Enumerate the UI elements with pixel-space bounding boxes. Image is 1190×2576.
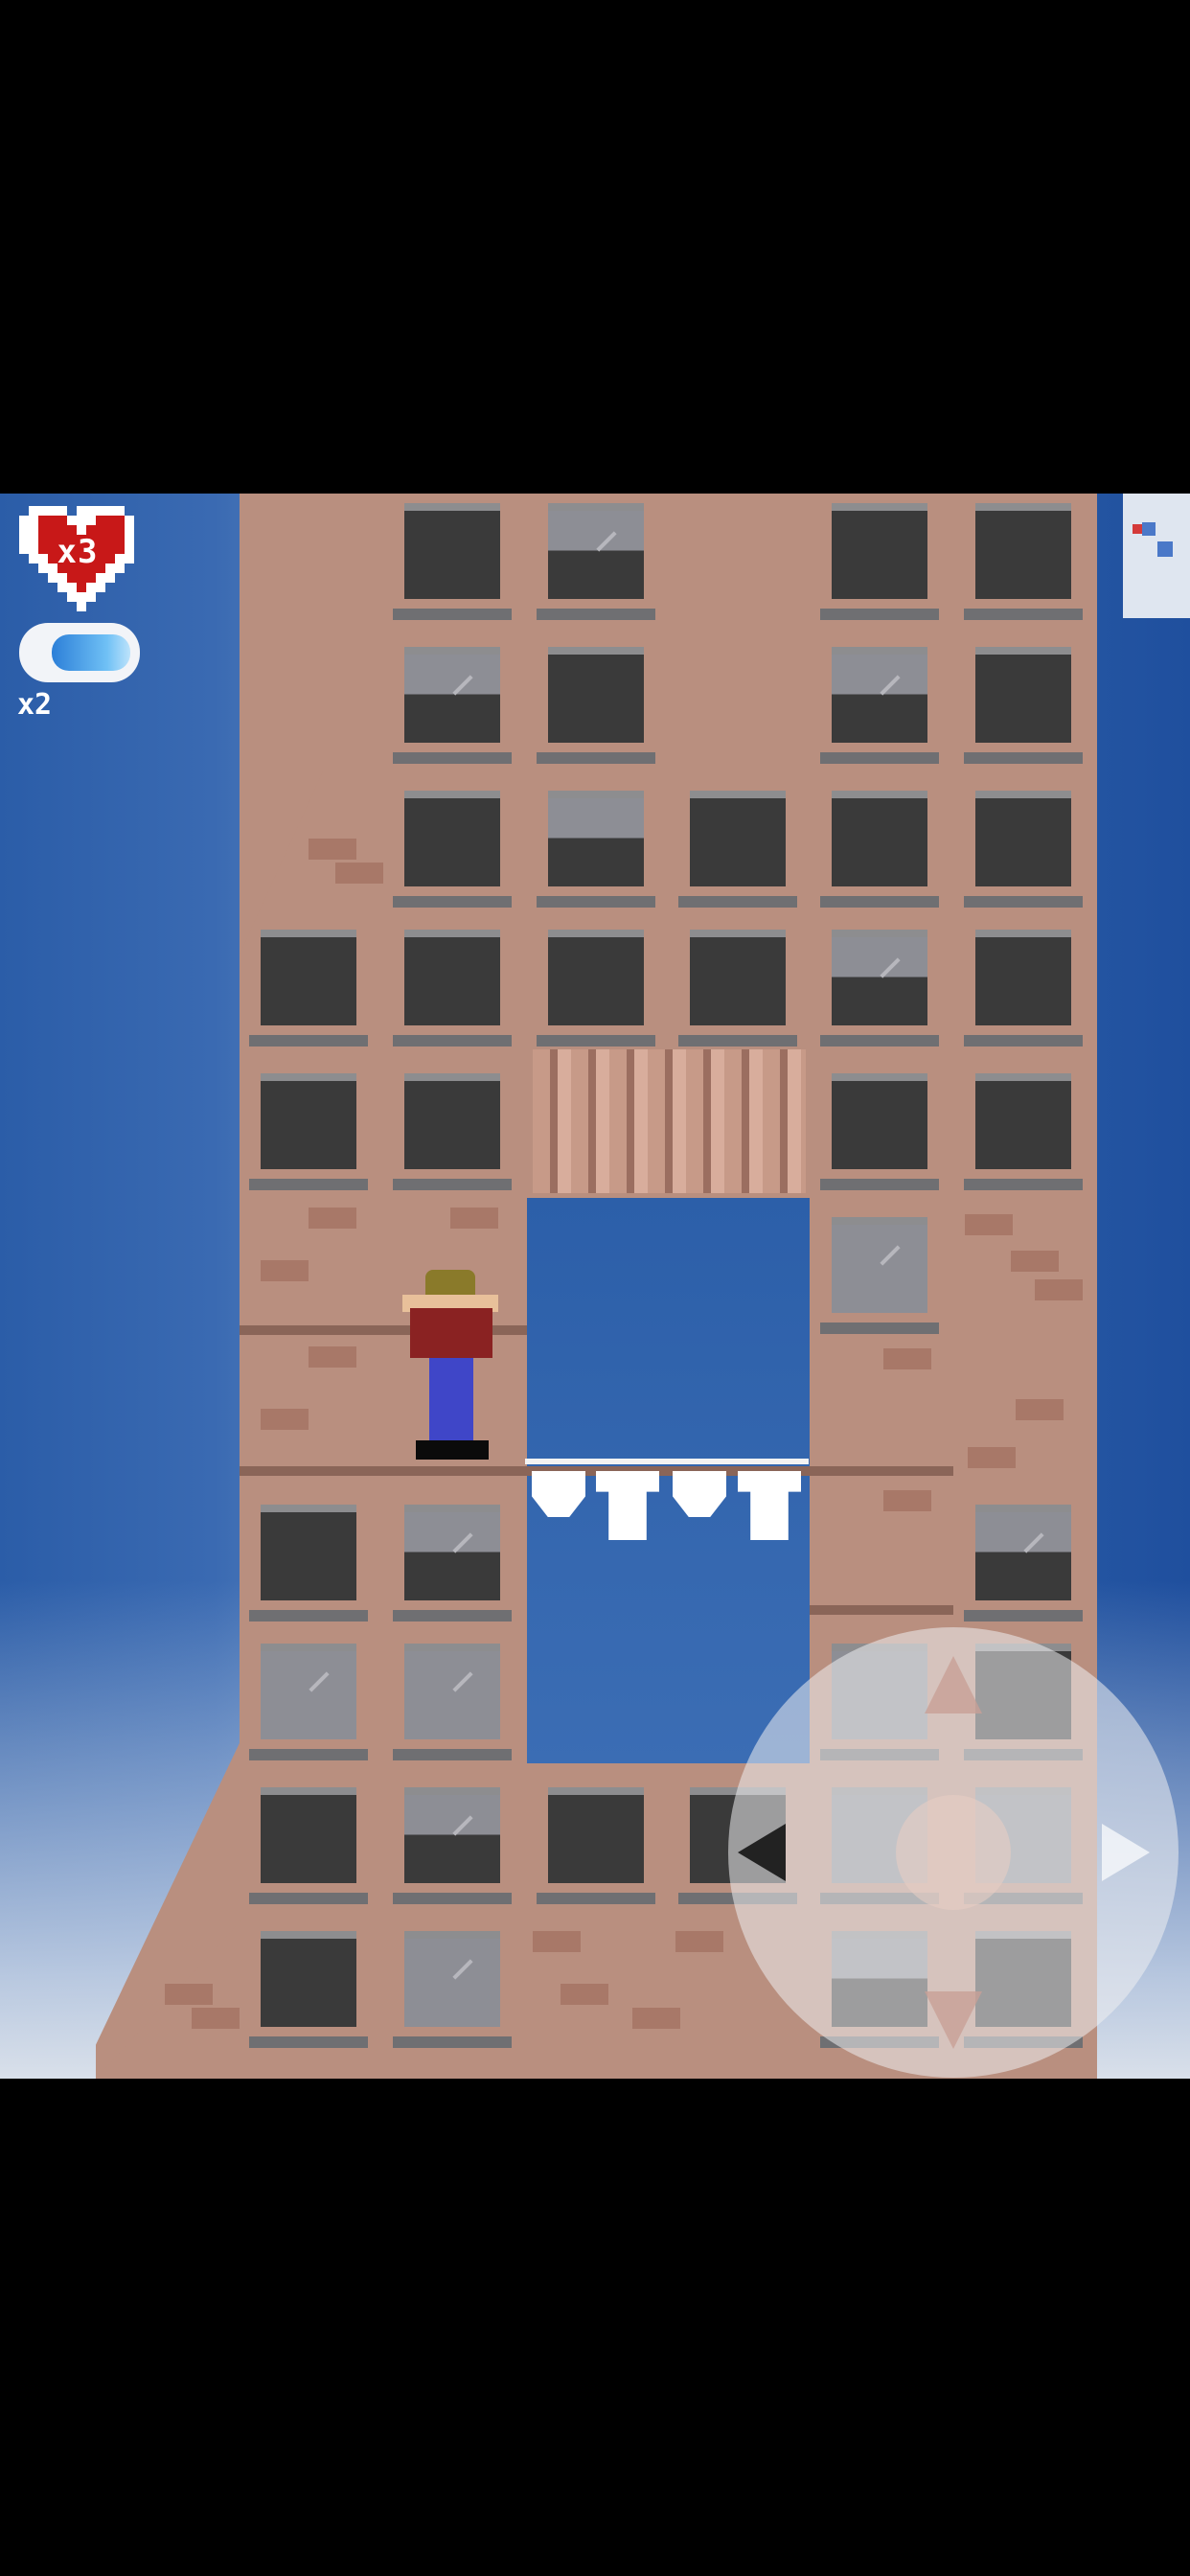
window	[249, 1787, 368, 1904]
player-shirt	[410, 1308, 492, 1358]
window	[249, 930, 368, 1046]
brick	[261, 1260, 309, 1281]
brick	[165, 1984, 213, 2005]
brick	[883, 1490, 931, 1511]
window	[537, 791, 655, 908]
window	[249, 1931, 368, 2048]
brick	[1016, 1399, 1064, 1420]
window	[820, 791, 939, 908]
window	[820, 1073, 939, 1190]
window	[249, 1644, 368, 1760]
brick	[309, 839, 356, 860]
window	[820, 1217, 939, 1334]
dpad-center	[896, 1795, 1011, 1910]
brick	[1035, 1279, 1083, 1300]
brick	[675, 1931, 723, 1952]
window	[964, 791, 1083, 908]
brick	[309, 1208, 356, 1229]
window	[393, 1505, 512, 1622]
item-count: x2	[17, 688, 53, 722]
window	[393, 503, 512, 620]
brick	[965, 1214, 1013, 1235]
lives-count: x3	[57, 533, 99, 571]
brick	[450, 1208, 498, 1229]
dpad-control[interactable]	[728, 1627, 1179, 2078]
window	[964, 503, 1083, 620]
window	[820, 930, 939, 1046]
awning-stripes	[533, 1049, 806, 1193]
player-shoes	[416, 1440, 489, 1460]
window	[393, 791, 512, 908]
window	[393, 1644, 512, 1760]
dpad-left-button[interactable]	[738, 1824, 786, 1881]
item-pill-icon	[19, 623, 140, 682]
player-character	[402, 1270, 504, 1461]
pause-icon	[1142, 522, 1156, 536]
window	[964, 930, 1083, 1046]
window	[537, 930, 655, 1046]
pause-button[interactable]	[1123, 494, 1190, 618]
dpad-down-button[interactable]	[925, 1991, 982, 2049]
window	[249, 1073, 368, 1190]
window	[249, 1505, 368, 1622]
window	[964, 1505, 1083, 1622]
window	[537, 1787, 655, 1904]
window	[537, 503, 655, 620]
window	[820, 647, 939, 764]
window	[678, 791, 797, 908]
dpad-up-button[interactable]	[925, 1656, 982, 1714]
window	[393, 930, 512, 1046]
window	[393, 1073, 512, 1190]
pause-icon-block	[1157, 541, 1173, 557]
window	[393, 1787, 512, 1904]
window	[393, 1931, 512, 2048]
brick	[632, 2008, 680, 2029]
dpad-right-button[interactable]	[1102, 1824, 1150, 1881]
brick	[968, 1447, 1016, 1468]
brick	[1011, 1251, 1059, 1272]
clothesline	[525, 1459, 809, 1464]
window	[964, 647, 1083, 764]
brick	[261, 1409, 309, 1430]
brick	[335, 862, 383, 884]
window	[678, 930, 797, 1046]
window	[820, 503, 939, 620]
item-pill-fill	[52, 634, 130, 671]
window	[964, 1073, 1083, 1190]
brick	[533, 1931, 581, 1952]
brick	[561, 1984, 608, 2005]
window	[393, 647, 512, 764]
brick	[883, 1348, 931, 1369]
brick	[192, 2008, 240, 2029]
pause-icon-accent	[1133, 524, 1142, 534]
player-pants	[429, 1358, 473, 1442]
brick	[309, 1346, 356, 1368]
window	[537, 647, 655, 764]
ledge-right	[810, 1605, 953, 1615]
